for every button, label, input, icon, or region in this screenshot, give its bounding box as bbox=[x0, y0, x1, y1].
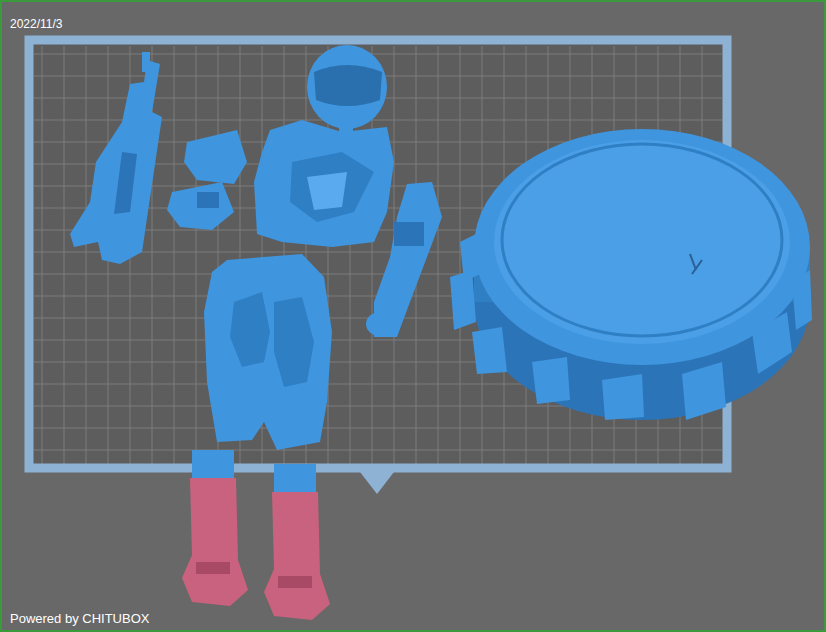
right-arm-part[interactable] bbox=[366, 182, 442, 337]
base-part[interactable] bbox=[450, 129, 812, 420]
legs-part[interactable] bbox=[204, 254, 332, 450]
watermark: Powered by CHITUBOX bbox=[10, 611, 149, 626]
timestamp: 2022/11/3 bbox=[10, 17, 63, 31]
helmet-part[interactable] bbox=[307, 45, 387, 136]
chitubox-viewport[interactable]: 2022/11/3 Powered by CHITUBOX bbox=[0, 0, 826, 632]
left-arm-part[interactable] bbox=[167, 130, 247, 230]
scene-drawing[interactable] bbox=[2, 2, 826, 632]
right-boot-outside-part[interactable] bbox=[264, 464, 330, 620]
left-boot-outside-part[interactable] bbox=[182, 450, 248, 606]
rifle-part[interactable] bbox=[70, 52, 162, 264]
torso-part[interactable] bbox=[254, 120, 394, 247]
